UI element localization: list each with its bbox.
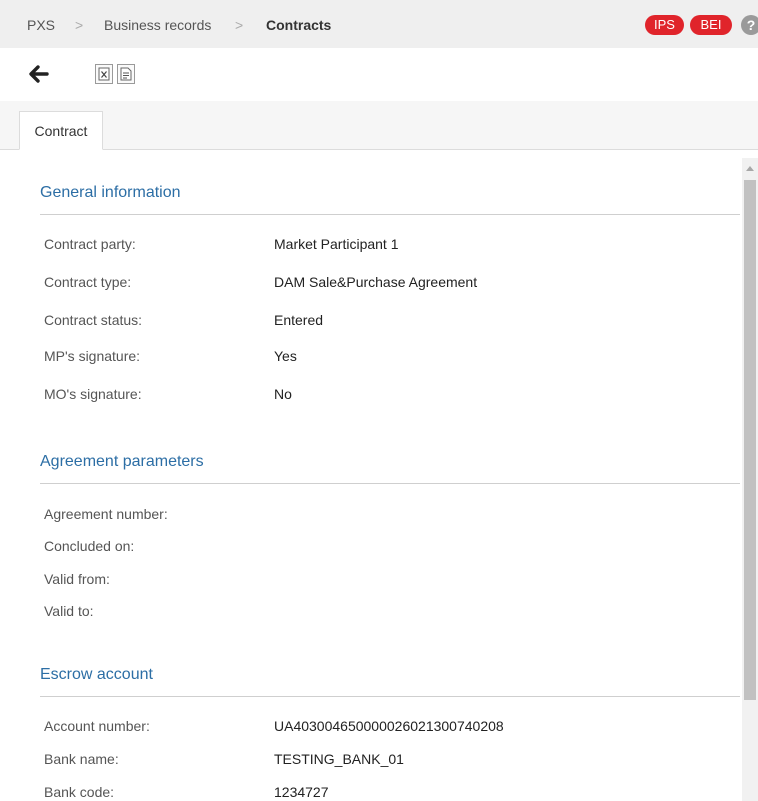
breadcrumb-item-contracts: Contracts (266, 17, 332, 33)
section-divider (40, 214, 740, 215)
breadcrumb-item-business-records[interactable]: Business records (104, 17, 211, 33)
breadcrumb-separator: > (235, 17, 244, 33)
section-divider (40, 483, 740, 484)
help-icon[interactable]: ? (741, 15, 758, 35)
section-title-escrow-account: Escrow account (40, 666, 153, 683)
section-divider (40, 696, 740, 697)
scroll-up-arrow-icon[interactable] (746, 166, 754, 171)
bank-code-value: 1234727 (274, 784, 329, 800)
contract-status-value: Entered (274, 312, 324, 328)
breadcrumb-item-pxs[interactable]: PXS (27, 17, 55, 33)
section-title-general-information: General information (40, 184, 181, 201)
contract-party-label: Contract party: (44, 236, 136, 252)
excel-export-icon[interactable] (95, 64, 113, 84)
bei-badge[interactable]: BEI (690, 15, 732, 35)
bank-name-label: Bank name: (44, 751, 119, 767)
mo-signature-label: MO's signature: (44, 386, 142, 402)
mp-signature-value: Yes (274, 348, 297, 364)
document-export-icon[interactable] (117, 64, 135, 84)
concluded-on-label: Concluded on: (44, 538, 135, 554)
agreement-number-label: Agreement number: (44, 506, 168, 522)
tab-contract[interactable]: Contract (19, 111, 103, 150)
section-title-agreement-parameters: Agreement parameters (40, 453, 204, 470)
contract-type-value: DAM Sale&Purchase Agreement (274, 274, 478, 290)
contract-party-value: Market Participant 1 (274, 236, 399, 252)
contract-status-label: Contract status: (44, 312, 143, 328)
valid-to-label: Valid to: (44, 603, 94, 619)
bank-code-label: Bank code: (44, 784, 115, 800)
toolbar (0, 48, 758, 102)
contract-type-label: Contract type: (44, 274, 132, 290)
scrollbar-thumb[interactable] (744, 180, 756, 700)
bank-name-value: TESTING_BANK_01 (274, 751, 404, 767)
tab-strip (0, 101, 758, 150)
account-number-value: UA403004650000026021300740208 (274, 718, 504, 734)
ips-badge[interactable]: IPS (645, 15, 684, 35)
mo-signature-value: No (274, 386, 292, 402)
mp-signature-label: MP's signature: (44, 348, 141, 364)
back-arrow-icon[interactable] (27, 63, 49, 85)
account-number-label: Account number: (44, 718, 150, 734)
breadcrumb-separator: > (75, 17, 84, 33)
valid-from-label: Valid from: (44, 571, 110, 587)
